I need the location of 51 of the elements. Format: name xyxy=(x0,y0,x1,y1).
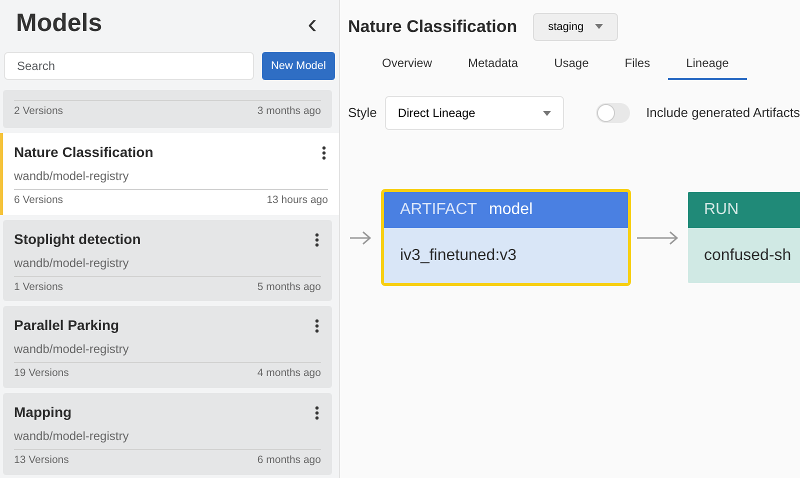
node-type: RUN xyxy=(704,200,739,220)
model-name: Stoplight detection xyxy=(14,230,141,249)
model-path: wandb/model-registry xyxy=(14,428,130,445)
version-count: 6 Versions xyxy=(14,192,64,208)
version-count: 19 Versions xyxy=(14,366,69,382)
tab[interactable]: Usage xyxy=(536,50,607,80)
caret-icon xyxy=(543,110,552,116)
style-select[interactable]: Direct Lineage xyxy=(384,96,564,130)
model-name: Mapping xyxy=(14,403,72,422)
tab[interactable]: Overview xyxy=(364,50,450,80)
artifact-node[interactable]: ARTIFACT model iv3_finetuned:v3 xyxy=(381,189,631,286)
model-card[interactable]: Parallel Parking wandb/model-registry 19 Versions 4 months ago xyxy=(3,306,332,388)
sidebar-title: Models xyxy=(16,8,102,40)
updated-time: 3 months ago xyxy=(257,104,321,119)
updated-time: 6 months ago xyxy=(257,453,321,468)
node-name: confused-sh xyxy=(704,246,792,266)
more-options-icon[interactable] xyxy=(313,404,321,420)
alias-dropdown[interactable]: staging xyxy=(533,12,618,42)
updated-time: 5 months ago xyxy=(257,280,321,294)
model-path: wandb/model-registry xyxy=(14,341,130,358)
toggle-switch[interactable] xyxy=(596,103,630,123)
model-card[interactable]: Mapping wandb/model-registry 13 Versions 6 months ago xyxy=(3,393,332,475)
model-path: wandb/model-registry xyxy=(14,254,130,272)
model-card[interactable]: Stoplight detection wandb/model-registry 1 Versions 5 months ago xyxy=(3,220,332,302)
arrow-icon xyxy=(637,230,679,244)
version-count: 13 Versions xyxy=(14,453,69,468)
model-path: wandb/model-registry xyxy=(14,168,130,185)
node-type: ARTIFACT xyxy=(400,200,478,220)
model-name: Nature Classification xyxy=(14,142,154,162)
model-card[interactable]: 2 Versions 3 months ago xyxy=(3,90,332,128)
search-field[interactable]: Search xyxy=(4,52,254,80)
arrow-icon xyxy=(350,230,372,244)
updated-time: 4 months ago xyxy=(257,366,321,382)
new-model-button[interactable]: New Model xyxy=(262,52,335,80)
more-options-icon[interactable] xyxy=(320,144,328,160)
tab[interactable]: Files xyxy=(606,50,668,80)
version-count: 2 Versions xyxy=(14,104,64,119)
style-label: Style xyxy=(348,104,377,122)
model-name: Parallel Parking xyxy=(14,316,120,336)
tab[interactable]: Lineage xyxy=(668,50,747,80)
toggle-label: Include generated Artifacts xyxy=(646,104,800,122)
node-type-name: model xyxy=(489,200,533,220)
more-options-icon[interactable] xyxy=(313,318,321,334)
updated-time: 13 hours ago xyxy=(266,192,328,208)
model-title: Nature Classification xyxy=(348,16,518,38)
node-name: iv3_finetuned:v3 xyxy=(400,246,517,266)
tab[interactable]: Metadata xyxy=(450,50,536,80)
model-card[interactable]: Nature Classification wandb/model-registry 6 Versions 13 hours ago xyxy=(0,132,339,214)
version-count: 1 Versions xyxy=(14,280,64,294)
collapse-button[interactable]: ‹ xyxy=(302,10,323,38)
more-options-icon[interactable] xyxy=(313,231,321,247)
